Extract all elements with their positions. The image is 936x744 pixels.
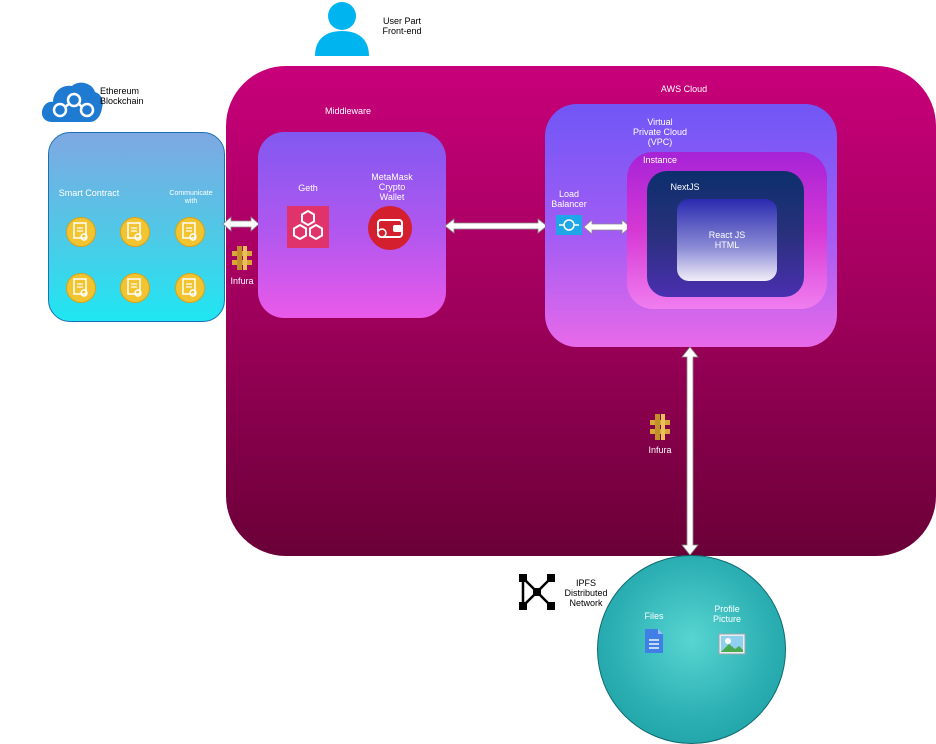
ethereum-label: Ethereum Blockchain — [100, 86, 150, 106]
ipfs-circle — [597, 555, 786, 744]
metamask-label: MetaMask Crypto Wallet — [371, 172, 413, 202]
infura-center-label: Infura — [648, 445, 672, 455]
load-balancer-icon — [556, 215, 582, 235]
user-icon — [313, 0, 371, 56]
file-icon — [644, 628, 664, 654]
smart-contract-label: Smart Contract — [58, 188, 120, 198]
ipfs-label: IPFS Distributed Network — [564, 578, 608, 608]
ethereum-cloud-icon — [40, 78, 104, 124]
smart-contract-icon — [66, 217, 96, 247]
lb-instance-arrow — [583, 219, 631, 235]
middleware-vpc-arrow — [444, 218, 548, 234]
infura-icon — [230, 245, 254, 271]
geth-icon — [287, 206, 329, 248]
geth-label: Geth — [298, 183, 318, 193]
nextjs-label: NextJS — [670, 182, 700, 192]
vpc-label: Virtual Private Cloud (VPC) — [632, 117, 688, 147]
infura-left-label: Infura — [230, 276, 254, 286]
ipfs-network-icon — [518, 573, 556, 611]
ethereum-label-line1: Ethereum — [100, 86, 140, 96]
communicate-with-label: Communicate with — [169, 190, 213, 205]
blockchain-middleware-arrow — [222, 216, 260, 232]
smart-contract-icon — [120, 217, 150, 247]
load-balancer-label: Load Balancer — [551, 189, 587, 209]
react-label: React JS HTML — [708, 230, 746, 250]
user-label-line1: User Part — [382, 16, 421, 26]
vpc-ipfs-arrow — [680, 346, 700, 556]
smart-contract-icon — [120, 273, 150, 303]
aws-cloud-label: AWS Cloud — [660, 84, 708, 94]
middleware-label: Middleware — [324, 106, 372, 116]
instance-label: Instance — [642, 155, 678, 165]
user-label-line2: Front-end — [382, 26, 422, 36]
smart-contract-icon — [66, 273, 96, 303]
profile-picture-label: Profile Picture — [712, 604, 741, 624]
infura-icon — [648, 413, 672, 441]
user-label: User Part Front-end — [372, 16, 432, 36]
smart-contract-icon — [175, 273, 205, 303]
metamask-wallet-icon — [368, 206, 412, 250]
smart-contract-icon — [175, 217, 205, 247]
image-icon — [718, 633, 746, 655]
ethereum-label-line2: Blockchain — [100, 96, 144, 106]
files-label: Files — [644, 611, 664, 621]
